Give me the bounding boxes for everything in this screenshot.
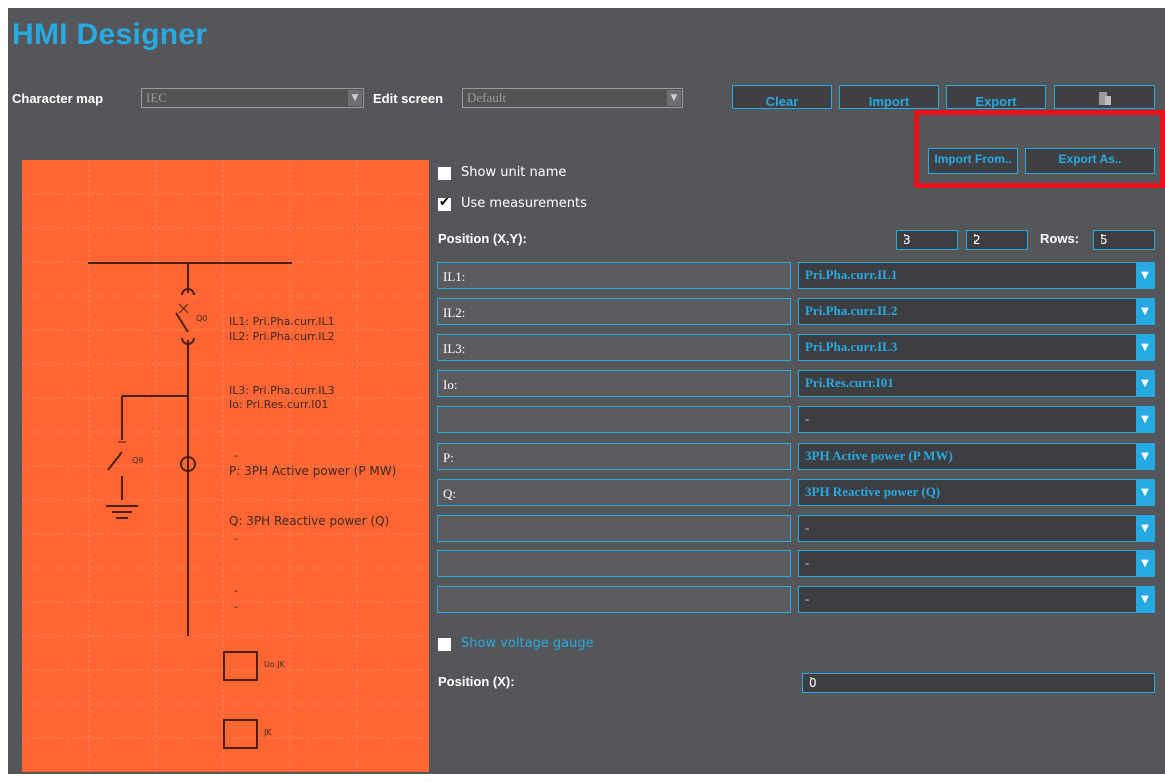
preview-line-io: Io: Pri.Res.curr.I01 (229, 398, 329, 411)
field-text: IL2: (443, 305, 466, 320)
edit-screen-label: Edit screen (373, 91, 444, 106)
show-voltage-gauge-checkbox[interactable] (438, 638, 451, 651)
select-text: - (805, 555, 810, 570)
uo-jk-label: Uo JK (264, 660, 285, 669)
select-text: Pri.Pha.curr.IL1 (805, 267, 898, 282)
preview-line-dash: - (234, 532, 238, 545)
chevron-down-icon: ▼ (1136, 444, 1154, 469)
chevron-down-icon: ▼ (1136, 263, 1154, 288)
show-voltage-gauge-label: Show voltage gauge (461, 636, 594, 651)
measurement-label-field[interactable]: P: (437, 443, 791, 470)
select-text: - (805, 520, 810, 535)
clipboard-button[interactable] (1054, 85, 1155, 109)
measurement-label-field[interactable] (437, 550, 791, 577)
character-map-dropdown[interactable]: IEC ▼ (141, 88, 364, 108)
chevron-down-icon: ▼ (1136, 335, 1154, 360)
measurement-select[interactable]: Pri.Pha.curr.IL3 ▼ (798, 334, 1155, 361)
clear-button[interactable]: Clear (732, 85, 832, 109)
select-text: Pri.Pha.curr.IL2 (805, 303, 898, 318)
select-text: 3PH Active power (P MW) (805, 448, 953, 463)
measurement-label-field[interactable]: Io: (437, 370, 791, 397)
field-text: P: (443, 450, 454, 465)
position-xy-label: Position (X,Y): (438, 231, 527, 246)
position-y-stepper[interactable]: 2 ⁚ (966, 230, 1028, 250)
measurement-label-field[interactable]: IL3: (437, 334, 791, 361)
position-x-input[interactable]: 0 ⁚ (802, 673, 1155, 693)
field-text: Io: (443, 377, 458, 392)
measurement-select[interactable]: - ▼ (798, 406, 1155, 433)
chevron-down-icon: ▼ (1136, 299, 1154, 324)
position-x-stepper[interactable]: 3 ⁚ (896, 230, 958, 250)
select-text: 3PH Reactive power (Q) (805, 484, 941, 499)
preview-line-il2: IL2: Pri.Pha.curr.IL2 (229, 330, 335, 343)
measurement-label-field[interactable]: Q: (437, 479, 791, 506)
measurement-label-field[interactable] (437, 515, 791, 542)
edit-screen-dropdown[interactable]: Default ▼ (462, 88, 683, 108)
use-measurements-checkbox[interactable]: ✔ (438, 195, 451, 211)
chevron-down-icon: ▼ (667, 90, 681, 106)
measurement-label-field[interactable] (437, 406, 791, 433)
select-text: Pri.Pha.curr.IL3 (805, 339, 898, 354)
clipboard-icon (1098, 92, 1111, 105)
character-map-value: IEC (146, 90, 167, 105)
import-button[interactable]: Import (839, 85, 939, 109)
chevron-down-icon: ▼ (1136, 480, 1154, 505)
measurement-label-field[interactable] (437, 586, 791, 613)
measurement-select[interactable]: - ▼ (798, 515, 1155, 542)
measurement-select[interactable]: Pri.Res.curr.I01 ▼ (798, 370, 1155, 397)
select-text: Pri.Res.curr.I01 (805, 375, 894, 390)
measurement-select[interactable]: 3PH Active power (P MW) ▼ (798, 443, 1155, 470)
chevron-down-icon: ▼ (1136, 371, 1154, 396)
field-text: Q: (443, 486, 456, 501)
preview-line-il3: IL3: Pri.Pha.curr.IL3 (229, 384, 335, 397)
spinner-icon: ⁚ (809, 675, 813, 688)
chevron-down-icon: ▼ (1136, 587, 1154, 612)
spinner-icon: ⁚ (1100, 232, 1104, 245)
q9-label: Q9 (132, 456, 144, 465)
measurement-label-field[interactable]: IL2: (437, 298, 791, 325)
field-text: IL1: (443, 269, 466, 284)
q0-label: Q0 (196, 314, 208, 323)
highlight-box (914, 110, 1165, 188)
use-measurements-label: Use measurements (461, 196, 587, 211)
measurement-select[interactable]: Pri.Pha.curr.IL1 ▼ (798, 262, 1155, 289)
chevron-down-icon: ▼ (348, 90, 362, 106)
select-text: - (805, 591, 810, 606)
measurement-select[interactable]: 3PH Reactive power (Q) ▼ (798, 479, 1155, 506)
jk-label: JK (264, 728, 272, 737)
preview-line-p: P: 3PH Active power (P MW) (229, 464, 397, 478)
show-unit-name-checkbox[interactable] (438, 167, 451, 180)
measurement-select[interactable]: - ▼ (798, 550, 1155, 577)
select-text: - (805, 411, 810, 426)
preview-line-dash: - (234, 600, 238, 613)
character-map-label: Character map (12, 91, 104, 106)
measurement-label-field[interactable]: IL1: (437, 262, 791, 289)
spinner-icon: ⁚ (903, 232, 907, 245)
rows-label: Rows: (1040, 231, 1079, 246)
measurement-select[interactable]: Pri.Pha.curr.IL2 ▼ (798, 298, 1155, 325)
preview-line-dash: - (234, 584, 238, 597)
show-unit-name-label: Show unit name (461, 165, 567, 180)
app-title: HMI Designer (12, 18, 208, 51)
export-button[interactable]: Export (946, 85, 1046, 109)
measurement-select[interactable]: - ▼ (798, 586, 1155, 613)
hmi-preview: Q0 Q9 IL1: Pri.Pha.curr.IL1 IL2: Pri.Pha… (22, 160, 429, 772)
rows-stepper[interactable]: 5 ⁚ (1093, 230, 1155, 250)
edit-screen-value: Default (467, 90, 506, 105)
position-x-label: Position (X): (438, 674, 515, 689)
preview-line-q: Q: 3PH Reactive power (Q) (229, 514, 390, 528)
chevron-down-icon: ▼ (1136, 516, 1154, 541)
chevron-down-icon: ▼ (1136, 407, 1154, 432)
chevron-down-icon: ▼ (1136, 551, 1154, 576)
field-text: IL3: (443, 341, 466, 356)
checkmark-icon: ✔ (439, 195, 450, 210)
spinner-icon: ⁚ (973, 232, 977, 245)
preview-line-il1: IL1: Pri.Pha.curr.IL1 (229, 315, 335, 328)
preview-line-dash: - (234, 449, 238, 462)
